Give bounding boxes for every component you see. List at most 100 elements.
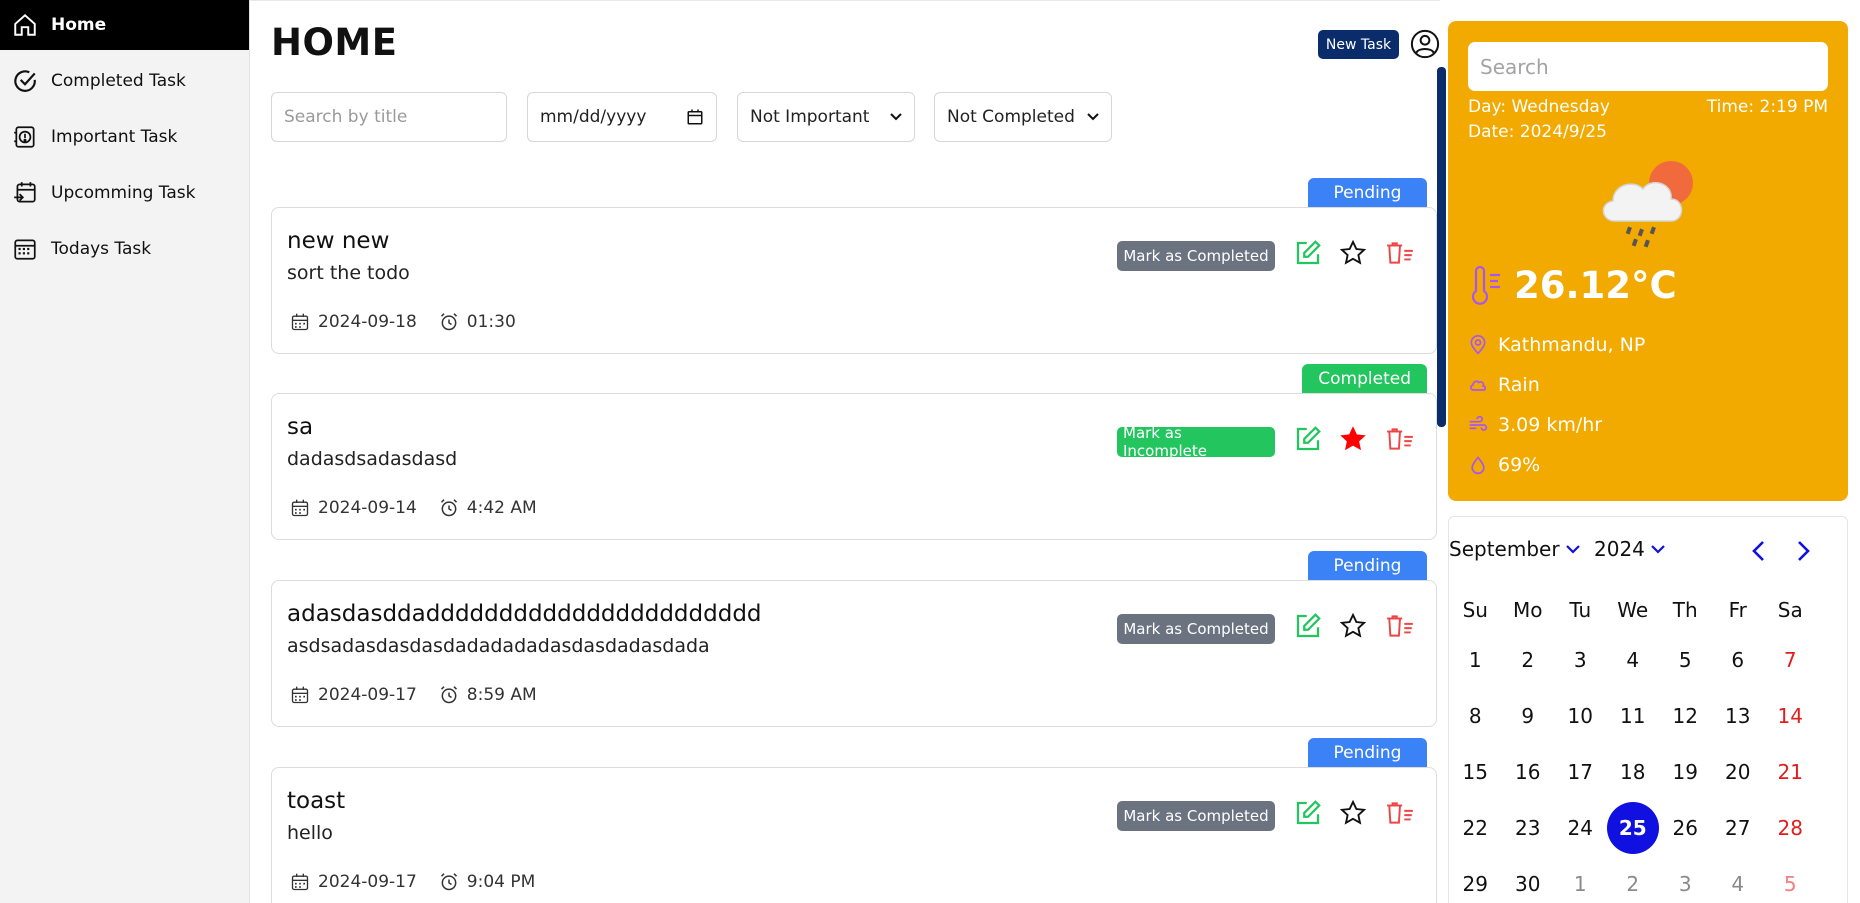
calendar-day[interactable]: 29: [1449, 856, 1502, 903]
edit-icon[interactable]: [1293, 238, 1323, 268]
star-icon[interactable]: [1339, 239, 1367, 267]
mark-completed-button[interactable]: Mark as Completed: [1117, 801, 1275, 831]
new-task-button[interactable]: New Task: [1318, 30, 1399, 59]
calendar-day[interactable]: 19: [1659, 744, 1712, 800]
droplet-icon: [1471, 456, 1485, 475]
calendar-day[interactable]: 23: [1502, 800, 1555, 856]
weekday-header: We: [1617, 597, 1649, 622]
delete-icon[interactable]: [1385, 613, 1415, 639]
wind-icon: [1469, 415, 1488, 431]
star-icon[interactable]: [1339, 612, 1367, 640]
star-icon[interactable]: [1339, 799, 1367, 827]
sidebar-item-todays-task[interactable]: Todays Task: [0, 224, 249, 274]
weather-humidity: 69%: [1498, 454, 1541, 476]
task-meta: 2024-09-17 8:59 AM: [290, 685, 537, 705]
sidebar-item-label: Completed Task: [51, 71, 186, 91]
check-circle-icon: [12, 68, 38, 94]
task-card: toast hello 2024-09-17 9:04 PM Mark as C…: [271, 767, 1437, 903]
calendar-day[interactable]: 1: [1449, 632, 1502, 688]
calendar-day[interactable]: 22: [1449, 800, 1502, 856]
calendar-day[interactable]: 17: [1554, 744, 1607, 800]
weather-search-input[interactable]: Search: [1468, 42, 1828, 91]
delete-icon[interactable]: [1385, 426, 1415, 452]
completion-select[interactable]: Not Completed: [934, 92, 1112, 142]
calendar-day[interactable]: 2: [1607, 856, 1660, 903]
sidebar-item-completed-task[interactable]: Completed Task: [0, 56, 249, 106]
mark-incomplete-button[interactable]: Mark as Incomplete: [1117, 424, 1275, 460]
calendar-day[interactable]: 5: [1659, 632, 1712, 688]
edit-icon[interactable]: [1293, 424, 1323, 454]
year-label: 2024: [1594, 537, 1645, 561]
calendar-day[interactable]: 3: [1659, 856, 1712, 903]
calendar-day[interactable]: 1: [1554, 856, 1607, 903]
task-title: new new: [287, 228, 390, 254]
main-content: HOME New Task mm/dd/yyyy Not Important N…: [250, 0, 1446, 903]
calendar-day[interactable]: 13: [1712, 688, 1765, 744]
calendar-day[interactable]: 4: [1712, 856, 1765, 903]
star-filled-icon[interactable]: [1339, 425, 1367, 453]
calendar-day[interactable]: 16: [1502, 744, 1555, 800]
task-time: 9:04 PM: [466, 872, 536, 892]
sidebar-item-important-task[interactable]: Important Task: [0, 112, 249, 162]
edit-icon[interactable]: [1293, 611, 1323, 641]
calendar-day[interactable]: 2: [1502, 632, 1555, 688]
calendar-day[interactable]: 12: [1659, 688, 1712, 744]
calendar-day[interactable]: 15: [1449, 744, 1502, 800]
calendar-day[interactable]: 3: [1554, 632, 1607, 688]
task-description: asdsadasdasdasdadadadadasdasdadasdada: [287, 635, 710, 657]
calendar-day[interactable]: 8: [1449, 688, 1502, 744]
calendar-day[interactable]: 10: [1554, 688, 1607, 744]
sidebar-item-label: Home: [51, 15, 107, 35]
scrollbar-thumb[interactable]: [1437, 67, 1446, 427]
chevron-left-icon[interactable]: [1749, 539, 1769, 563]
selected-day-label: 25: [1606, 802, 1659, 854]
delete-icon[interactable]: [1385, 240, 1415, 266]
chevron-right-icon[interactable]: [1793, 539, 1813, 563]
task-card: adasdasddaddddddddddddddddddddddd asdsad…: [271, 580, 1437, 727]
calendar-icon: [291, 313, 309, 331]
month-select[interactable]: September: [1449, 537, 1580, 561]
calendar-day[interactable]: 5: [1764, 856, 1817, 903]
sidebar-item-label: Todays Task: [51, 239, 152, 259]
user-avatar-icon[interactable]: [1410, 29, 1440, 59]
mark-completed-button[interactable]: Mark as Completed: [1117, 241, 1275, 271]
calendar-day[interactable]: 20: [1712, 744, 1765, 800]
upcoming-icon: [12, 180, 38, 206]
date-filter-input[interactable]: mm/dd/yyyy: [527, 92, 717, 142]
weather-day: Day: Wednesday: [1468, 97, 1610, 117]
calendar-picker-icon[interactable]: [686, 108, 704, 126]
mark-completed-button[interactable]: Mark as Completed: [1117, 614, 1275, 644]
weekday-header: Su: [1462, 597, 1488, 622]
calendar-day[interactable]: 28: [1764, 800, 1817, 856]
sidebar-item-upcoming-task[interactable]: Upcomming Task: [0, 168, 249, 218]
completion-selected-value: Not Completed: [947, 107, 1075, 127]
calendar-day[interactable]: 21: [1764, 744, 1817, 800]
calendar-day[interactable]: 18: [1607, 744, 1660, 800]
calendar-day[interactable]: 9: [1502, 688, 1555, 744]
importance-select[interactable]: Not Important: [737, 92, 915, 142]
calendar-day[interactable]: 14: [1764, 688, 1817, 744]
calendar-day[interactable]: 11: [1607, 688, 1660, 744]
calendar-day[interactable]: 26: [1659, 800, 1712, 856]
calendar-day-selected[interactable]: 25: [1606, 800, 1660, 856]
weather-humidity-row: 69%: [1468, 454, 1540, 476]
calendar-header: September 2024: [1449, 537, 1849, 567]
calendar-day[interactable]: 30: [1502, 856, 1555, 903]
calendar-day[interactable]: 24: [1554, 800, 1607, 856]
sidebar-item-label: Upcomming Task: [51, 183, 196, 203]
task-title: sa: [287, 414, 314, 440]
cloud-icon: [1470, 380, 1487, 391]
calendar-day[interactable]: 7: [1764, 632, 1817, 688]
calendar-day[interactable]: 6: [1712, 632, 1765, 688]
delete-icon[interactable]: [1385, 800, 1415, 826]
calendar-day[interactable]: 27: [1712, 800, 1765, 856]
edit-icon[interactable]: [1293, 798, 1323, 828]
task-description: dadasdsadasdasd: [287, 448, 458, 470]
weather-temperature: 26.12°C: [1468, 264, 1677, 307]
sidebar-item-home[interactable]: Home: [0, 0, 249, 50]
calendar-icon: [291, 499, 309, 517]
search-input[interactable]: [271, 92, 507, 142]
task-meta: 2024-09-17 9:04 PM: [290, 872, 535, 892]
year-select[interactable]: 2024: [1594, 537, 1665, 561]
calendar-day[interactable]: 4: [1607, 632, 1660, 688]
